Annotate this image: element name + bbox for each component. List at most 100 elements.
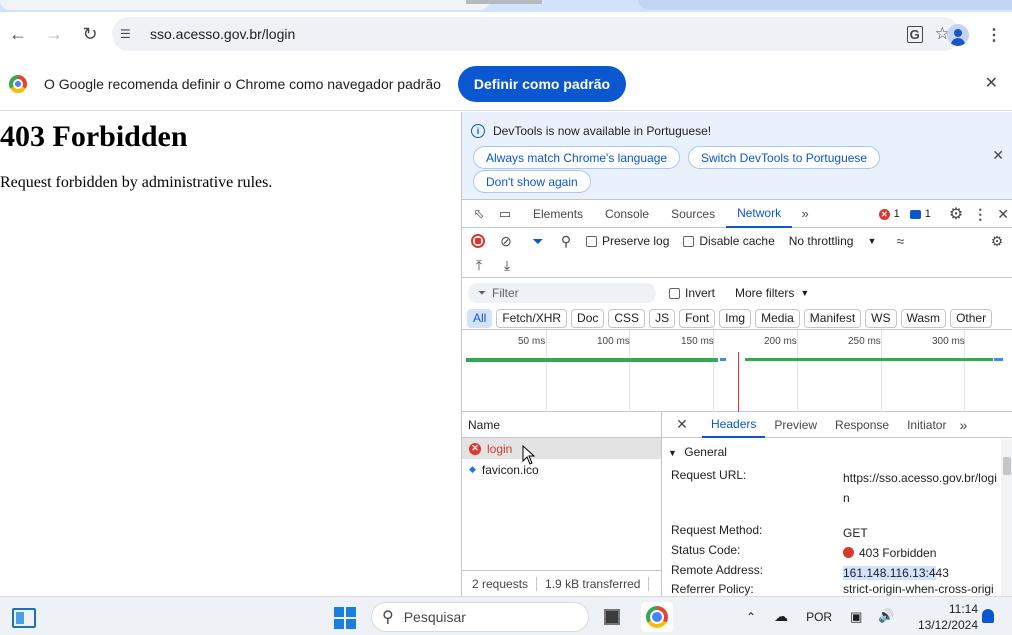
windows-start-icon[interactable] xyxy=(334,607,356,629)
network-settings-gear-icon[interactable]: ⚙ xyxy=(983,233,1011,250)
reload-button[interactable]: ↻ xyxy=(72,17,108,53)
name-column-header[interactable]: Name xyxy=(462,412,661,438)
devtools-menu-icon[interactable]: ⋮ xyxy=(973,206,987,223)
show-hidden-icons-chevron-icon[interactable]: ⌃ xyxy=(746,610,756,624)
network-conditions-wifi-icon[interactable]: ≈ xyxy=(886,233,914,249)
close-infobar-icon[interactable]: ✕ xyxy=(985,73,998,93)
request-bar-blue xyxy=(720,358,726,361)
network-overview-timeline[interactable]: 50 ms 100 ms 150 ms 200 ms 250 ms 300 ms xyxy=(462,330,1012,412)
settings-gear-icon[interactable]: ⚙ xyxy=(949,204,963,224)
request-error-icon: ✕ xyxy=(469,442,481,455)
status-code-row: Status Code: 403 Forbidden xyxy=(671,543,1001,563)
request-url-label: Request URL: xyxy=(671,468,747,482)
site-info-icon[interactable]: ☰ xyxy=(120,27,140,41)
more-detail-tabs-icon[interactable]: » xyxy=(959,417,967,433)
language-indicator[interactable]: POR xyxy=(806,610,832,624)
disable-cache-checkbox[interactable]: Disable cache xyxy=(683,234,775,248)
preserve-log-checkbox[interactable]: Preserve log xyxy=(586,234,669,248)
type-filter-fetch-xhr[interactable]: Fetch/XHR xyxy=(496,308,568,328)
close-banner-icon[interactable]: ✕ xyxy=(992,147,1004,164)
device-toolbar-icon[interactable]: ▭ xyxy=(492,206,518,222)
profile-button[interactable] xyxy=(940,17,976,53)
type-filter-doc[interactable]: Doc xyxy=(571,308,605,328)
record-stop-icon[interactable] xyxy=(471,234,485,248)
kebab-menu-icon: ⋮ xyxy=(986,26,1002,44)
type-filter-manifest[interactable]: Manifest xyxy=(803,308,862,328)
translate-icon[interactable]: G xyxy=(906,25,923,43)
invert-box[interactable] xyxy=(669,287,680,299)
match-language-button[interactable]: Always match Chrome's language xyxy=(473,146,681,169)
type-filter-font[interactable]: Font xyxy=(679,308,716,328)
details-scrollbar[interactable] xyxy=(1001,439,1012,596)
tab-preview[interactable]: Preview xyxy=(765,412,826,438)
taskbar-search[interactable]: ⚲ Pesquisar xyxy=(371,602,589,632)
scrollbar-thumb[interactable] xyxy=(1003,457,1011,475)
request-details: ✕ Headers Preview Response Initiator » ▼… xyxy=(662,412,1012,596)
filter-funnel-icon[interactable]: ⏷ xyxy=(524,233,552,250)
tab-console[interactable]: Console xyxy=(594,200,660,228)
error-count-badge[interactable]: ✕ 1 xyxy=(878,208,900,220)
close-devtools-icon[interactable]: ✕ xyxy=(997,206,1009,223)
devtools-tab-bar: ⬁ ▭ Elements Console Sources Network » ✕… xyxy=(462,200,1012,228)
timeline-tick: 200 ms xyxy=(764,336,797,347)
switch-to-portuguese-button[interactable]: Switch DevTools to Portuguese xyxy=(688,146,881,169)
disable-cache-box[interactable] xyxy=(683,235,695,247)
remote-address-selected: 161.148.116.13:4 xyxy=(843,566,936,580)
request-row-login[interactable]: ✕ login xyxy=(462,438,661,459)
infobar-message: O Google recomenda definir o Chrome como… xyxy=(44,75,441,92)
network-icon[interactable]: ▣ xyxy=(850,609,862,625)
url-text[interactable]: sso.acesso.gov.br/login xyxy=(150,26,295,42)
remote-address-row: Remote Address: 161.148.116.13:443 xyxy=(671,563,1001,583)
tab-sources[interactable]: Sources xyxy=(660,200,726,228)
tab-response[interactable]: Response xyxy=(826,412,898,438)
filter-input[interactable]: ⏷ Filter xyxy=(468,283,656,303)
import-har-icon[interactable]: ⤒ xyxy=(465,257,493,274)
preserve-log-box[interactable] xyxy=(586,235,597,247)
type-filter-css[interactable]: CSS xyxy=(608,308,646,328)
export-har-icon[interactable]: ⤓ xyxy=(493,257,521,274)
request-bar-blue-2 xyxy=(994,358,1003,361)
menu-button[interactable]: ⋮ xyxy=(976,17,1012,53)
type-filter-ws[interactable]: WS xyxy=(865,308,897,328)
type-filter-other[interactable]: Other xyxy=(950,308,993,328)
type-filter-all[interactable]: All xyxy=(467,308,493,328)
volume-icon[interactable]: 🔊 xyxy=(878,608,894,624)
invert-checkbox[interactable]: Invert xyxy=(669,286,715,300)
tab-headers[interactable]: Headers xyxy=(702,412,766,438)
more-tabs-icon[interactable]: » xyxy=(792,206,818,221)
notification-bell-icon[interactable] xyxy=(982,609,994,623)
filter-icon: ⏷ xyxy=(478,287,486,299)
set-default-button[interactable]: Definir como padrão xyxy=(457,65,627,102)
general-section-toggle[interactable]: ▼ General xyxy=(668,445,727,459)
forward-button[interactable]: → xyxy=(36,17,72,53)
search-icon[interactable]: ⚲ xyxy=(552,233,580,250)
type-filter-js[interactable]: JS xyxy=(649,308,676,328)
page-body-text: Request forbidden by administrative rule… xyxy=(0,174,273,191)
request-method-row: Request Method: GET xyxy=(671,523,1001,543)
request-row-favicon[interactable]: ◆ favicon.ico xyxy=(462,459,661,480)
type-filter-img[interactable]: Img xyxy=(719,308,752,328)
new-tab-area[interactable] xyxy=(638,0,1012,10)
taskbar-chrome[interactable] xyxy=(641,602,673,632)
widgets-icon[interactable] xyxy=(12,608,36,628)
dont-show-again-button[interactable]: Don't show again xyxy=(473,170,591,193)
back-button[interactable]: ← xyxy=(0,17,36,53)
type-filter-wasm[interactable]: Wasm xyxy=(900,308,947,328)
timeline-tick: 50 ms xyxy=(518,336,546,347)
close-details-icon[interactable]: ✕ xyxy=(662,416,702,433)
more-filters-dropdown[interactable]: More filters ▼ xyxy=(735,286,809,300)
tab-elements[interactable]: Elements xyxy=(522,200,594,228)
throttling-select[interactable]: No throttling ▼ xyxy=(789,234,877,248)
tab-initiator[interactable]: Initiator xyxy=(898,412,955,438)
taskbar-clock[interactable]: 11:14 13/12/2024 xyxy=(898,601,978,633)
message-count-badge[interactable]: 1 xyxy=(909,208,931,220)
request-summary-bar: 2 requests 1.9 kB transferred xyxy=(462,570,662,596)
taskbar-app-window[interactable] xyxy=(596,602,628,632)
cloud-sync-icon[interactable]: ☁ xyxy=(774,608,788,625)
tab-network[interactable]: Network xyxy=(726,200,793,228)
type-filter-media[interactable]: Media xyxy=(755,308,800,328)
browser-tab[interactable] xyxy=(0,0,490,10)
address-bar[interactable]: ☰ sso.acesso.gov.br/login G ☆ xyxy=(112,17,960,51)
inspect-element-icon[interactable]: ⬁ xyxy=(466,206,492,222)
clear-icon[interactable]: ⊘ xyxy=(492,233,520,250)
